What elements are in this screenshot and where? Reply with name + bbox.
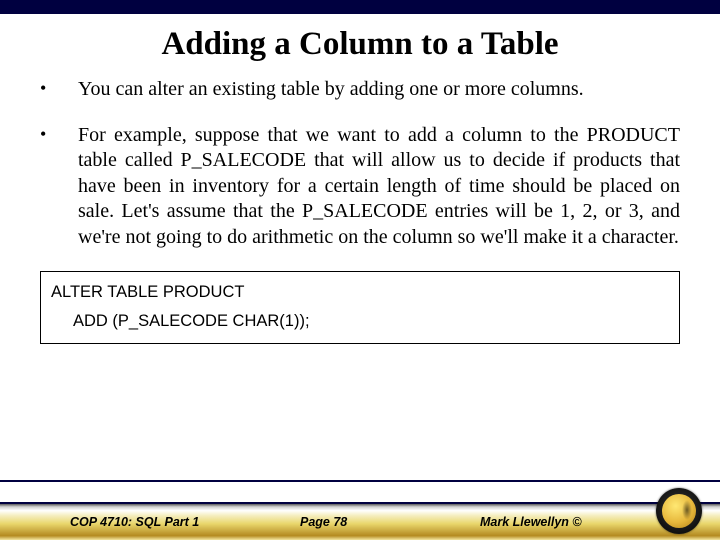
footer-course: COP 4710: SQL Part 1 xyxy=(70,515,300,529)
bullet-marker: • xyxy=(40,77,78,100)
footer-strip: COP 4710: SQL Part 1 Page 78 Mark Llewel… xyxy=(0,502,720,540)
footer-divider xyxy=(0,480,720,482)
logo-inner-icon xyxy=(662,494,696,528)
bullet-marker: • xyxy=(40,123,78,146)
bullet-text: You can alter an existing table by addin… xyxy=(78,77,680,103)
top-accent-bar xyxy=(0,0,720,14)
bullet-list: • You can alter an existing table by add… xyxy=(40,77,680,251)
code-line: ADD (P_SALECODE CHAR(1)); xyxy=(51,307,669,337)
footer: COP 4710: SQL Part 1 Page 78 Mark Llewel… xyxy=(0,480,720,540)
slide-title: Adding a Column to a Table xyxy=(0,26,720,63)
university-logo-icon xyxy=(656,488,702,534)
slide-content: • You can alter an existing table by add… xyxy=(0,77,720,251)
list-item: • For example, suppose that we want to a… xyxy=(40,123,680,251)
sql-code-box: ALTER TABLE PRODUCT ADD (P_SALECODE CHAR… xyxy=(40,271,680,344)
list-item: • You can alter an existing table by add… xyxy=(40,77,680,103)
bullet-text: For example, suppose that we want to add… xyxy=(78,123,680,251)
footer-page: Page 78 xyxy=(300,515,480,529)
slide: Adding a Column to a Table • You can alt… xyxy=(0,0,720,540)
code-line: ALTER TABLE PRODUCT xyxy=(51,278,669,308)
